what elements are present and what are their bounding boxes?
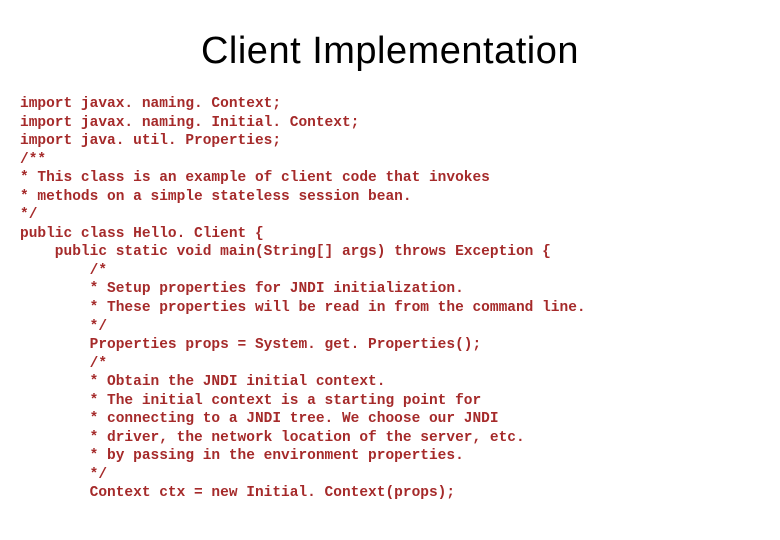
code-line: import javax. naming. Initial. Context;	[20, 115, 359, 131]
code-line: /*	[20, 263, 107, 279]
code-line: Properties props = System. get. Properti…	[20, 337, 481, 353]
code-line: */	[20, 467, 107, 483]
code-block: import javax. naming. Context; import ja…	[20, 95, 760, 503]
code-line: * methods on a simple stateless session …	[20, 189, 412, 205]
code-line: * connecting to a JNDI tree. We choose o…	[20, 411, 499, 427]
slide-container: Client Implementation import javax. nami…	[0, 0, 780, 540]
code-line: * driver, the network location of the se…	[20, 430, 525, 446]
code-line: import java. util. Properties;	[20, 133, 281, 149]
code-line: import javax. naming. Context;	[20, 96, 281, 112]
code-line: * This class is an example of client cod…	[20, 170, 490, 186]
code-line: */	[20, 207, 37, 223]
code-line: */	[20, 319, 107, 335]
code-line: * Setup properties for JNDI initializati…	[20, 281, 464, 297]
code-line: * The initial context is a starting poin…	[20, 393, 481, 409]
code-line: public static void main(String[] args) t…	[20, 244, 551, 260]
slide-title: Client Implementation	[20, 30, 760, 73]
code-line: * These properties will be read in from …	[20, 300, 586, 316]
code-line: * Obtain the JNDI initial context.	[20, 374, 385, 390]
code-line: * by passing in the environment properti…	[20, 448, 464, 464]
code-line: /*	[20, 356, 107, 372]
code-line: /**	[20, 152, 46, 168]
code-line: public class Hello. Client {	[20, 226, 264, 242]
code-line: Context ctx = new Initial. Context(props…	[20, 485, 455, 501]
